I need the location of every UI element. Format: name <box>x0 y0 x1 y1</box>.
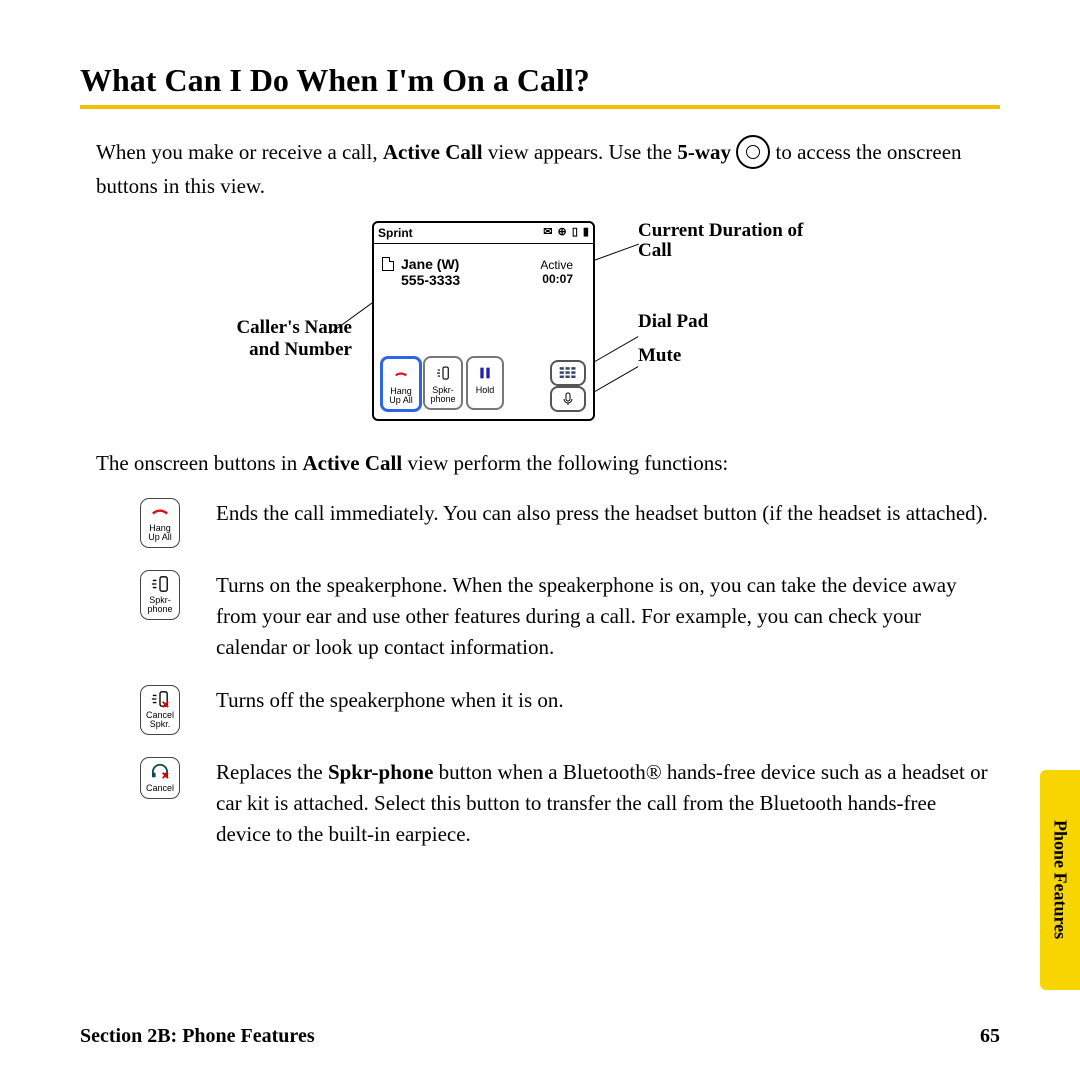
phone-hangup-icon <box>149 503 171 521</box>
pause-icon <box>474 362 496 384</box>
icon-label: Hang Up All <box>148 524 172 542</box>
callout-dialpad: Dial Pad <box>638 311 808 333</box>
icon-label: Cancel <box>146 784 174 793</box>
footer-page-number: 65 <box>980 1025 1000 1048</box>
callout-line <box>588 336 639 366</box>
side-tab-label: Phone Features <box>1050 820 1071 939</box>
function-text: Ends the call immediately. You can also … <box>216 498 988 548</box>
lead-text: view perform the following functions: <box>407 451 728 475</box>
speaker-icon <box>432 362 454 384</box>
hang-up-all-button[interactable]: Hang Up All <box>380 356 422 412</box>
footer-section: Section 2B: Phone Features <box>80 1025 315 1048</box>
function-row-hangup: Hang Up All Ends the call immediately. Y… <box>140 498 988 548</box>
caller-name: Jane (W) <box>401 256 459 272</box>
icon-label: Cancel Spkr. <box>146 711 174 729</box>
function-text: Turns off the speakerphone when it is on… <box>216 685 564 735</box>
fn4-pre: Replaces the <box>216 760 328 784</box>
speakerphone-icon-box: Spkr- phone <box>140 570 180 620</box>
callout-caller: Caller's Name and Number <box>212 317 352 361</box>
button-label: Spkr- phone <box>425 386 461 404</box>
heading-rule <box>80 105 1000 109</box>
intro-bold-5way: 5-way <box>677 140 731 164</box>
function-row-speaker: Spkr- phone Turns on the speakerphone. W… <box>140 570 988 663</box>
hang-up-all-icon-box: Hang Up All <box>140 498 180 548</box>
dial-pad-icon <box>558 366 578 380</box>
cancel-speaker-icon <box>149 690 171 708</box>
function-row-cancel-speaker: Cancel Spkr. Turns off the speakerphone … <box>140 685 988 735</box>
cancel-speaker-icon-box: Cancel Spkr. <box>140 685 180 735</box>
lead-bold: Active Call <box>302 451 402 475</box>
mute-button[interactable] <box>550 386 586 412</box>
headset-cancel-icon <box>149 763 171 781</box>
callout-duration: Current Duration of Call <box>638 221 838 261</box>
speakerphone-button[interactable]: Spkr- phone <box>423 356 463 410</box>
onscreen-buttons: Hang Up All Spkr- phone Ho <box>374 356 593 414</box>
icon-label: Spkr- phone <box>147 596 172 614</box>
intro-text: When you make or receive a call, <box>96 140 383 164</box>
phone-hangup-icon <box>390 363 412 385</box>
button-label: Hang Up All <box>383 387 419 405</box>
dial-pad-button[interactable] <box>550 360 586 386</box>
hold-button[interactable]: Hold <box>466 356 504 410</box>
callout-mute: Mute <box>638 345 808 367</box>
phone-screen: Sprint ✉ ⊕ ▯ ▮ Jane (W) 555-3333 Active … <box>372 221 595 421</box>
fn4-bold: Spkr-phone <box>328 760 433 784</box>
function-text: Replaces the Spkr-phone button when a Bl… <box>216 757 988 850</box>
active-call-diagram: Caller's Name and Number Current Duratio… <box>220 221 860 425</box>
caller-number: 555-3333 <box>401 272 460 288</box>
intro-paragraph: When you make or receive a call, Active … <box>96 137 988 203</box>
speaker-icon <box>149 575 171 593</box>
carrier-label: Sprint <box>378 226 413 240</box>
intro-bold-active-call: Active Call <box>383 140 483 164</box>
lead-text: The onscreen buttons in <box>96 451 302 475</box>
functions-lead: The onscreen buttons in Active Call view… <box>96 451 988 476</box>
page-heading: What Can I Do When I'm On a Call? <box>80 62 1000 99</box>
call-status: Active <box>540 258 573 272</box>
function-row-bluetooth-cancel: Cancel Replaces the Spkr-phone button wh… <box>140 757 988 850</box>
phone-status-bar: Sprint ✉ ⊕ ▯ ▮ <box>374 223 593 244</box>
call-duration: 00:07 <box>542 272 573 286</box>
callout-line <box>588 366 639 396</box>
page-footer: Section 2B: Phone Features 65 <box>80 1025 1000 1048</box>
bluetooth-cancel-icon-box: Cancel <box>140 757 180 799</box>
five-way-icon <box>736 135 770 169</box>
contact-card-icon <box>382 257 394 271</box>
function-text: Turns on the speakerphone. When the spea… <box>216 570 988 663</box>
mute-icon <box>560 391 576 407</box>
side-tab: Phone Features <box>1040 770 1080 990</box>
status-icons: ✉ ⊕ ▯ ▮ <box>543 225 590 238</box>
intro-text: view appears. Use the <box>488 140 678 164</box>
button-label: Hold <box>468 386 502 395</box>
